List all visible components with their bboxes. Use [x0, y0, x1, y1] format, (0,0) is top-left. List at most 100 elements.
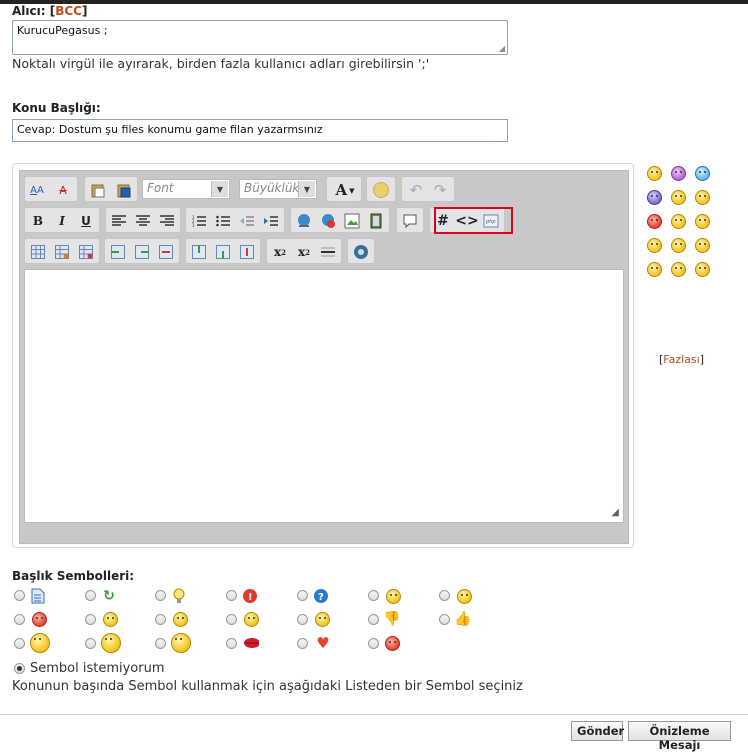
smilie-sad-icon[interactable] [695, 262, 710, 277]
align-center-icon[interactable] [134, 212, 152, 230]
top-border [0, 0, 748, 4]
paste-word-icon[interactable] [115, 181, 133, 199]
ordered-list-icon[interactable]: 123 [190, 212, 208, 230]
undo-icon[interactable]: ↶ [407, 181, 425, 199]
text-color-button[interactable]: A ▼ [331, 181, 359, 199]
subject-input[interactable]: Cevap: Dostum şu files konumu game filan… [12, 119, 508, 142]
size-select[interactable]: Büyüklük ▼ [239, 179, 317, 199]
post-icon-radio[interactable] [14, 638, 25, 649]
outdent-icon[interactable] [238, 212, 256, 230]
post-icon-radio[interactable] [226, 590, 237, 601]
post-icon-radio[interactable] [226, 638, 237, 649]
kiss-lips-icon [243, 635, 259, 651]
toolbar-group-smilie [366, 176, 396, 202]
align-right-icon[interactable] [158, 212, 176, 230]
indent-icon[interactable] [262, 212, 280, 230]
post-icon-radio[interactable] [155, 638, 166, 649]
footer-divider [0, 714, 748, 715]
highlight-box [434, 207, 513, 234]
smilie-grin-icon[interactable] [647, 166, 662, 181]
font-select[interactable]: Font ▼ [142, 179, 230, 199]
cool-icon [386, 589, 401, 604]
toolbar-group-columns [104, 238, 180, 264]
align-left-icon[interactable] [110, 212, 128, 230]
smilie-mad-icon[interactable] [647, 214, 662, 229]
post-icon-radio[interactable] [297, 590, 308, 601]
delete-row-icon[interactable] [238, 243, 256, 261]
paste-icon[interactable] [89, 181, 107, 199]
toolbar-group-insert [290, 207, 390, 233]
toolbar-group-paste [84, 176, 138, 202]
resize-handle-icon[interactable]: ◢ [611, 507, 619, 518]
bold-icon[interactable]: B [29, 212, 47, 230]
post-icon-radio[interactable] [368, 614, 379, 625]
insert-video-icon[interactable] [367, 212, 385, 230]
insert-col-after-icon[interactable] [133, 243, 151, 261]
post-icon-radio[interactable] [155, 590, 166, 601]
smilie-question-icon[interactable] [671, 262, 686, 277]
toolbar-group-color: A ▼ [326, 176, 362, 202]
post-icon-radio[interactable] [297, 638, 308, 649]
post-icon-radio[interactable] [85, 614, 96, 625]
remove-format-icon[interactable]: A [54, 181, 72, 199]
redo-icon[interactable]: ↷ [431, 181, 449, 199]
post-icon-radio[interactable] [14, 614, 25, 625]
post-icon-radio[interactable] [439, 614, 450, 625]
message-textarea[interactable]: ◢ [24, 269, 624, 523]
post-icon-radio[interactable] [14, 590, 25, 601]
unordered-list-icon[interactable] [214, 212, 232, 230]
table-props-icon[interactable] [53, 243, 71, 261]
svg-text:?: ? [318, 592, 324, 603]
post-icon-radio[interactable] [368, 638, 379, 649]
post-icon-radio[interactable] [85, 590, 96, 601]
table-icon[interactable] [29, 243, 47, 261]
smilie-cool-icon[interactable] [695, 166, 710, 181]
subscript-icon[interactable]: x2 [271, 243, 289, 261]
post-icon-radio[interactable] [439, 590, 450, 601]
lightbulb-icon [171, 588, 187, 604]
insert-link-icon[interactable] [295, 212, 313, 230]
no-symbol-radio[interactable] [14, 663, 25, 674]
post-icon-radio[interactable] [226, 614, 237, 625]
quote-icon[interactable] [401, 212, 419, 230]
thumbs-down-icon: 👎 [383, 611, 401, 627]
post-icon-radio[interactable] [155, 614, 166, 625]
remove-link-icon[interactable] [319, 212, 337, 230]
delete-table-icon[interactable] [77, 243, 95, 261]
underline-icon[interactable]: U [77, 212, 95, 230]
insert-row-before-icon[interactable] [190, 243, 208, 261]
post-icon-radio[interactable] [297, 614, 308, 625]
delete-col-icon[interactable] [157, 243, 175, 261]
smilie-devil-icon[interactable] [671, 166, 686, 181]
bcc-link[interactable]: BCC [55, 4, 82, 18]
smilie-sunglasses-icon[interactable] [671, 238, 686, 253]
recipient-field[interactable]: KurucuPegasus ; ◢ [12, 20, 508, 55]
preview-button[interactable]: Önizleme Mesajı [628, 721, 731, 752]
toolbar-group-media [347, 238, 375, 264]
smilie-frown-icon[interactable] [647, 190, 662, 205]
smilie-icon[interactable] [372, 181, 390, 199]
post-icon-radio[interactable] [85, 638, 96, 649]
insert-col-before-icon[interactable] [109, 243, 127, 261]
post-icon-radio[interactable] [368, 590, 379, 601]
resize-handle-icon[interactable]: ◢ [499, 44, 505, 53]
submit-button[interactable]: Gönder [571, 721, 624, 741]
flash-media-icon[interactable] [352, 243, 370, 261]
horizontal-rule-icon[interactable] [319, 243, 337, 261]
superscript-icon[interactable]: x2 [295, 243, 313, 261]
font-select-value: Font [147, 181, 174, 195]
smilie-tongue-icon[interactable] [671, 214, 686, 229]
more-smilies-link[interactable]: Fazlası [663, 353, 699, 366]
smilie-confused-icon[interactable] [695, 190, 710, 205]
insert-image-icon[interactable] [343, 212, 361, 230]
insert-row-after-icon[interactable] [214, 243, 232, 261]
smilie-eek-icon[interactable] [647, 262, 662, 277]
smilie-rolleyes-icon[interactable] [695, 238, 710, 253]
smilie-laugh-icon[interactable] [647, 238, 662, 253]
font-style-icon[interactable]: AA [28, 181, 46, 199]
wink-icon [244, 612, 259, 627]
smilie-wink-icon[interactable] [695, 214, 710, 229]
italic-icon[interactable]: I [53, 212, 71, 230]
smilie-smile-icon[interactable] [671, 190, 686, 205]
toolbar-group-text-style: B I U [24, 207, 100, 233]
